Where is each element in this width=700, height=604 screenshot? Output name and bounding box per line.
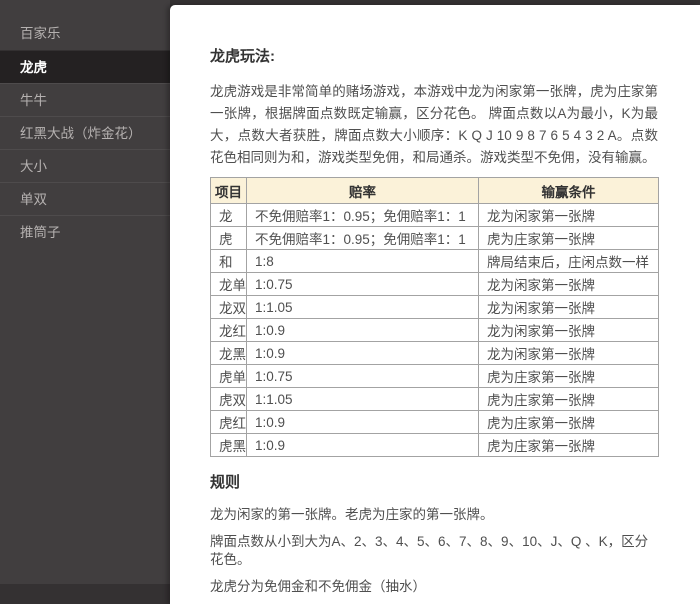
- table-cell: 虎为庄家第一张牌: [479, 411, 659, 434]
- table-cell: 牌局结束后，庄闲点数一样: [479, 250, 659, 273]
- table-cell: 不免佣赔率1：0.95；免佣赔率1：1: [247, 204, 479, 227]
- table-row: 虎黑1:0.9虎为庄家第一张牌: [211, 434, 659, 457]
- table-row: 龙红1:0.9龙为闲家第一张牌: [211, 319, 659, 342]
- rule-text: 龙为闲家的第一张牌。老虎为庄家的第一张牌。: [210, 506, 658, 524]
- table-cell: 虎为庄家第一张牌: [479, 227, 659, 250]
- table-cell: 1:1.05: [247, 296, 479, 319]
- table-cell: 龙为闲家第一张牌: [479, 273, 659, 296]
- page-title: 龙虎玩法:: [210, 47, 658, 67]
- content: 龙虎玩法: 龙虎游戏是非常简单的赌场游戏，本游戏中龙为闲家第一张牌，虎为庄家第一…: [170, 5, 700, 596]
- table-cell: 龙黑: [211, 342, 247, 365]
- table-cell: 虎双: [211, 388, 247, 411]
- rules-list: 龙为闲家的第一张牌。老虎为庄家的第一张牌。牌面点数从小到大为A、2、3、4、5、…: [210, 506, 658, 596]
- intro-paragraph: 龙虎游戏是非常简单的赌场游戏，本游戏中龙为闲家第一张牌，虎为庄家第一张牌，根据牌…: [210, 81, 658, 169]
- rule-text: 龙虎分为免佣金和不免佣金（抽水）: [210, 578, 658, 596]
- table-row: 虎单1:0.75虎为庄家第一张牌: [211, 365, 659, 388]
- payout-table: 项目 赔率 输赢条件 龙不免佣赔率1：0.95；免佣赔率1：1龙为闲家第一张牌虎…: [210, 177, 659, 457]
- table-row: 虎不免佣赔率1：0.95；免佣赔率1：1虎为庄家第一张牌: [211, 227, 659, 250]
- column-header-win-condition: 输赢条件: [479, 178, 659, 204]
- table-cell: 1:0.9: [247, 434, 479, 457]
- table-cell: 虎: [211, 227, 247, 250]
- table-cell: 龙为闲家第一张牌: [479, 342, 659, 365]
- table-cell: 和: [211, 250, 247, 273]
- rules-title: 规则: [210, 473, 658, 493]
- column-header-odds: 赔率: [247, 178, 479, 204]
- table-row: 龙黑1:0.9龙为闲家第一张牌: [211, 342, 659, 365]
- sidebar-item[interactable]: 推筒子: [0, 215, 170, 248]
- table-cell: 1:0.9: [247, 411, 479, 434]
- sidebar-item[interactable]: 牛牛: [0, 83, 170, 116]
- table-row: 龙单1:0.75龙为闲家第一张牌: [211, 273, 659, 296]
- table-row: 虎双1:1.05虎为庄家第一张牌: [211, 388, 659, 411]
- sidebar-item[interactable]: 龙虎: [0, 50, 170, 83]
- sidebar-item[interactable]: 单双: [0, 182, 170, 215]
- table-cell: 龙为闲家第一张牌: [479, 319, 659, 342]
- sidebar-item[interactable]: 百家乐: [0, 17, 170, 50]
- table-row: 虎红1:0.9虎为庄家第一张牌: [211, 411, 659, 434]
- table-row: 龙双1:1.05龙为闲家第一张牌: [211, 296, 659, 319]
- table-header-row: 项目 赔率 输赢条件: [211, 178, 659, 204]
- rule-text: 牌面点数从小到大为A、2、3、4、5、6、7、8、9、10、J、Q 、K，区分花…: [210, 533, 658, 569]
- table-cell: 龙双: [211, 296, 247, 319]
- table-cell: 1:0.75: [247, 273, 479, 296]
- table-cell: 1:0.9: [247, 319, 479, 342]
- table-cell: 龙为闲家第一张牌: [479, 204, 659, 227]
- payout-table-body: 龙不免佣赔率1：0.95；免佣赔率1：1龙为闲家第一张牌虎不免佣赔率1：0.95…: [211, 204, 659, 457]
- table-cell: 1:0.75: [247, 365, 479, 388]
- table-cell: 1:1.05: [247, 388, 479, 411]
- table-cell: 虎红: [211, 411, 247, 434]
- table-cell: 虎黑: [211, 434, 247, 457]
- table-cell: 虎为庄家第一张牌: [479, 388, 659, 411]
- sidebar: 百家乐龙虎牛牛红黑大战（炸金花）大小单双推筒子: [0, 0, 170, 584]
- sidebar-item[interactable]: 大小: [0, 149, 170, 182]
- table-cell: 1:0.9: [247, 342, 479, 365]
- table-cell: 虎单: [211, 365, 247, 388]
- table-cell: 虎为庄家第一张牌: [479, 434, 659, 457]
- table-cell: 龙为闲家第一张牌: [479, 296, 659, 319]
- table-cell: 龙: [211, 204, 247, 227]
- content-panel: 龙虎玩法: 龙虎游戏是非常简单的赌场游戏，本游戏中龙为闲家第一张牌，虎为庄家第一…: [170, 5, 700, 604]
- table-cell: 虎为庄家第一张牌: [479, 365, 659, 388]
- table-cell: 龙单: [211, 273, 247, 296]
- table-cell: 龙红: [211, 319, 247, 342]
- sidebar-item[interactable]: 红黑大战（炸金花）: [0, 116, 170, 149]
- table-cell: 1:8: [247, 250, 479, 273]
- table-cell: 不免佣赔率1：0.95；免佣赔率1：1: [247, 227, 479, 250]
- table-row: 龙不免佣赔率1：0.95；免佣赔率1：1龙为闲家第一张牌: [211, 204, 659, 227]
- sidebar-menu: 百家乐龙虎牛牛红黑大战（炸金花）大小单双推筒子: [0, 17, 170, 248]
- column-header-item: 项目: [211, 178, 247, 204]
- table-row: 和1:8牌局结束后，庄闲点数一样: [211, 250, 659, 273]
